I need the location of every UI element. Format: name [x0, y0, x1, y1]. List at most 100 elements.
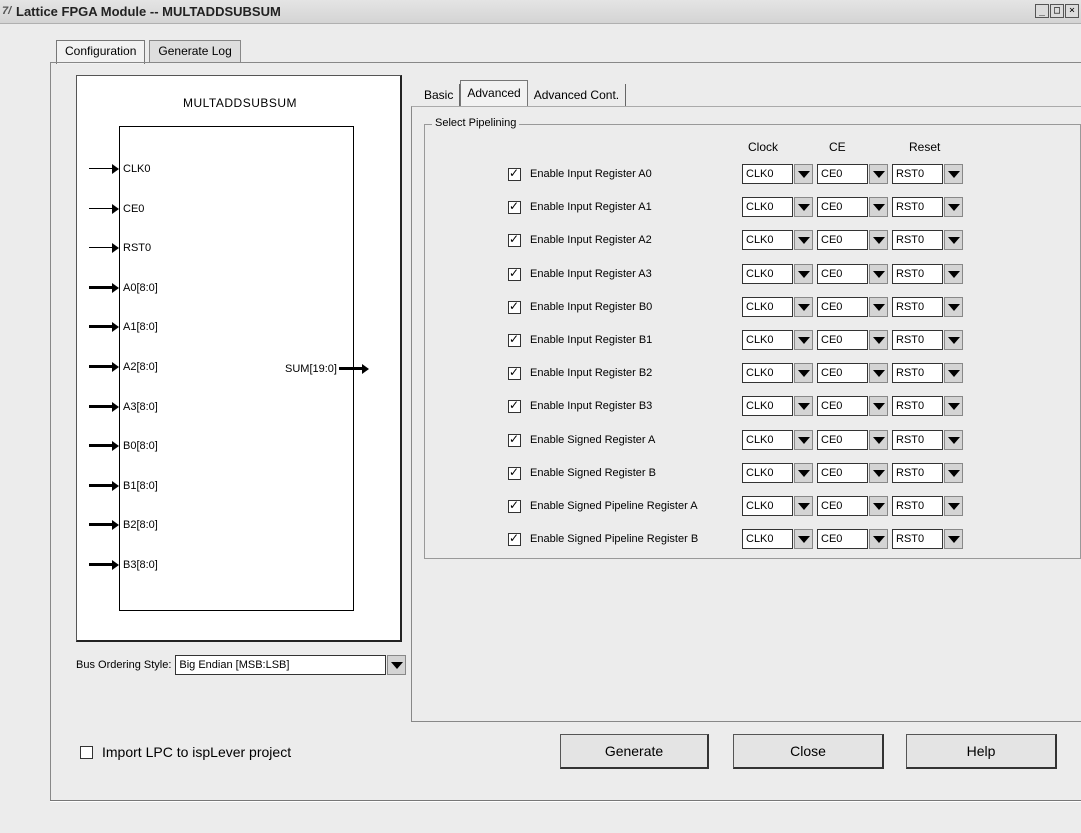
clock-select-value[interactable]: CLK0 — [742, 164, 793, 184]
tab-generate-log[interactable]: Generate Log — [149, 40, 241, 62]
clock-select-value[interactable]: CLK0 — [742, 264, 793, 284]
dropdown-arrow-icon[interactable] — [794, 529, 813, 549]
reset-select[interactable]: RST0 — [892, 430, 963, 450]
dropdown-arrow-icon[interactable] — [944, 230, 963, 250]
dropdown-arrow-icon[interactable] — [944, 529, 963, 549]
clock-select[interactable]: CLK0 — [742, 496, 813, 516]
dropdown-arrow-icon[interactable] — [869, 430, 888, 450]
reset-select[interactable]: RST0 — [892, 197, 963, 217]
reset-select-value[interactable]: RST0 — [892, 529, 943, 549]
clock-select-value[interactable]: CLK0 — [742, 297, 793, 317]
dropdown-arrow-icon[interactable] — [794, 463, 813, 483]
reset-select-value[interactable]: RST0 — [892, 164, 943, 184]
dropdown-arrow-icon[interactable] — [869, 330, 888, 350]
ce-select[interactable]: CE0 — [817, 463, 888, 483]
register-enable-checkbox[interactable] — [508, 232, 521, 247]
reset-select[interactable]: RST0 — [892, 529, 963, 549]
register-enable-checkbox[interactable] — [508, 531, 521, 546]
dropdown-arrow-icon[interactable] — [869, 197, 888, 217]
ce-select[interactable]: CE0 — [817, 529, 888, 549]
bus-ordering-select[interactable]: Big Endian [MSB:LSB] — [175, 655, 407, 675]
ce-select[interactable]: CE0 — [817, 197, 888, 217]
clock-select[interactable]: CLK0 — [742, 463, 813, 483]
ce-select[interactable]: CE0 — [817, 230, 888, 250]
register-enable-checkbox[interactable] — [508, 199, 521, 214]
ce-select[interactable]: CE0 — [817, 264, 888, 284]
clock-select[interactable]: CLK0 — [742, 197, 813, 217]
clock-select[interactable]: CLK0 — [742, 363, 813, 383]
dropdown-arrow-icon[interactable] — [794, 230, 813, 250]
ce-select-value[interactable]: CE0 — [817, 164, 868, 184]
dropdown-arrow-icon[interactable] — [944, 264, 963, 284]
dropdown-arrow-icon[interactable] — [869, 264, 888, 284]
reset-select[interactable]: RST0 — [892, 230, 963, 250]
clock-select-value[interactable]: CLK0 — [742, 363, 793, 383]
reset-select-value[interactable]: RST0 — [892, 396, 943, 416]
dropdown-arrow-icon[interactable] — [869, 164, 888, 184]
ce-select[interactable]: CE0 — [817, 496, 888, 516]
dropdown-arrow-icon[interactable] — [944, 330, 963, 350]
ce-select-value[interactable]: CE0 — [817, 363, 868, 383]
clock-select-value[interactable]: CLK0 — [742, 496, 793, 516]
ce-select-value[interactable]: CE0 — [817, 297, 868, 317]
dropdown-arrow-icon[interactable] — [869, 396, 888, 416]
tab-advanced[interactable]: Advanced — [460, 80, 528, 106]
reset-select[interactable]: RST0 — [892, 496, 963, 516]
dropdown-arrow-icon[interactable] — [869, 297, 888, 317]
reset-select-value[interactable]: RST0 — [892, 264, 943, 284]
close-window-button[interactable]: × — [1065, 4, 1079, 18]
dropdown-arrow-icon[interactable] — [869, 230, 888, 250]
reset-select-value[interactable]: RST0 — [892, 230, 943, 250]
clock-select[interactable]: CLK0 — [742, 430, 813, 450]
reset-select[interactable]: RST0 — [892, 264, 963, 284]
tab-advanced-cont[interactable]: Advanced Cont. — [527, 84, 627, 106]
reset-select[interactable]: RST0 — [892, 164, 963, 184]
ce-select[interactable]: CE0 — [817, 330, 888, 350]
reset-select-value[interactable]: RST0 — [892, 297, 943, 317]
clock-select-value[interactable]: CLK0 — [742, 430, 793, 450]
clock-select-value[interactable]: CLK0 — [742, 230, 793, 250]
register-enable-checkbox[interactable] — [508, 365, 521, 380]
dropdown-arrow-icon[interactable] — [794, 430, 813, 450]
clock-select-value[interactable]: CLK0 — [742, 330, 793, 350]
reset-select-value[interactable]: RST0 — [892, 363, 943, 383]
tab-basic[interactable]: Basic — [418, 84, 461, 106]
dropdown-arrow-icon[interactable] — [869, 463, 888, 483]
reset-select[interactable]: RST0 — [892, 463, 963, 483]
reset-select-value[interactable]: RST0 — [892, 496, 943, 516]
dropdown-arrow-icon[interactable] — [944, 430, 963, 450]
clock-select[interactable]: CLK0 — [742, 529, 813, 549]
ce-select-value[interactable]: CE0 — [817, 463, 868, 483]
ce-select[interactable]: CE0 — [817, 297, 888, 317]
reset-select[interactable]: RST0 — [892, 396, 963, 416]
register-enable-checkbox[interactable] — [508, 498, 521, 513]
register-enable-checkbox[interactable] — [508, 166, 521, 181]
import-lpc-option[interactable]: Import LPC to ispLever project — [80, 744, 291, 760]
help-button[interactable]: Help — [906, 734, 1057, 769]
dropdown-arrow-icon[interactable] — [794, 396, 813, 416]
clock-select[interactable]: CLK0 — [742, 297, 813, 317]
dropdown-arrow-icon[interactable] — [944, 164, 963, 184]
ce-select-value[interactable]: CE0 — [817, 396, 868, 416]
ce-select-value[interactable]: CE0 — [817, 230, 868, 250]
clock-select[interactable]: CLK0 — [742, 396, 813, 416]
register-enable-checkbox[interactable] — [508, 299, 521, 314]
dropdown-arrow-icon[interactable] — [794, 264, 813, 284]
clock-select-value[interactable]: CLK0 — [742, 463, 793, 483]
dropdown-arrow-icon[interactable] — [869, 496, 888, 516]
dropdown-arrow-icon[interactable] — [944, 363, 963, 383]
bus-ordering-value[interactable]: Big Endian [MSB:LSB] — [175, 655, 387, 675]
clock-select[interactable]: CLK0 — [742, 230, 813, 250]
tab-configuration[interactable]: Configuration — [56, 40, 146, 64]
close-button[interactable]: Close — [733, 734, 884, 769]
ce-select-value[interactable]: CE0 — [817, 496, 868, 516]
reset-select[interactable]: RST0 — [892, 363, 963, 383]
dropdown-arrow-icon[interactable] — [794, 197, 813, 217]
clock-select-value[interactable]: CLK0 — [742, 396, 793, 416]
ce-select-value[interactable]: CE0 — [817, 330, 868, 350]
reset-select-value[interactable]: RST0 — [892, 430, 943, 450]
minimize-button[interactable]: _ — [1035, 4, 1049, 18]
dropdown-arrow-icon[interactable] — [869, 529, 888, 549]
dropdown-arrow-icon[interactable] — [794, 297, 813, 317]
register-enable-checkbox[interactable] — [508, 266, 521, 281]
